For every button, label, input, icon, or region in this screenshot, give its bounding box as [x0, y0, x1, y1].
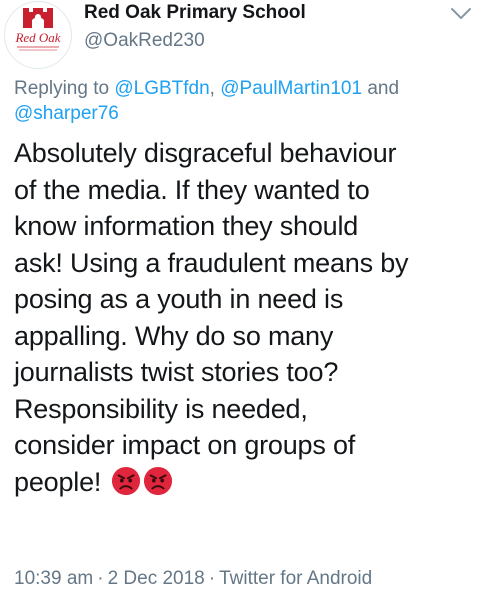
reply-context: Replying to @LGBTfdn, @PaulMartin101 and…	[14, 76, 474, 126]
tweet-line: Responsibility is needed,	[14, 393, 308, 424]
tweet-line: people!	[14, 466, 102, 497]
tweet-time[interactable]: 10:39 am	[14, 568, 93, 589]
tweet-line: consider impact on groups of	[14, 430, 356, 460]
tweet-line: ask! Using a fraudulent means by	[14, 247, 409, 278]
tweet-source[interactable]: Twitter for Android	[219, 568, 372, 589]
mention-link[interactable]: @sharper76	[14, 103, 119, 124]
handle[interactable]: @OakRed230	[84, 30, 205, 52]
tweet-metadata: 10:39 am · 2 Dec 2018 · Twitter for Android	[14, 568, 372, 590]
tweet-line: posing as a youth in need is	[14, 284, 344, 314]
meta-separator: ·	[97, 568, 104, 589]
chevron-down-icon[interactable]	[448, 4, 474, 24]
tweet-date[interactable]: 2 Dec 2018	[108, 568, 205, 589]
pouting-face-icon	[143, 466, 172, 495]
pouting-face-icon	[111, 466, 140, 495]
tweet-line: appalling. Why do so many	[14, 320, 334, 351]
logo-wordmark: Red Oak	[14, 30, 60, 45]
mention-link[interactable]: @LGBTfdn	[114, 78, 209, 99]
display-name[interactable]: Red Oak Primary School	[84, 2, 306, 24]
tweet-line: of the media. If they wanted to	[14, 174, 370, 205]
reply-and: and	[367, 78, 400, 99]
tweet-line: journalists twist stories too?	[14, 357, 339, 387]
tweet-last-line: people!	[14, 464, 482, 501]
tweet: Red Oak Red Oak Primary School @OakRed23…	[0, 0, 487, 600]
mention-link[interactable]: @PaulMartin101	[220, 78, 362, 99]
tweet-line: know information they should	[14, 211, 359, 241]
school-logo: Red Oak	[14, 8, 61, 51]
tweet-line: Absolutely disgraceful behaviour	[14, 138, 397, 168]
avatar[interactable]: Red Oak	[4, 1, 72, 69]
mention-separator: ,	[209, 78, 215, 99]
meta-separator: ·	[208, 568, 216, 589]
reply-prefix: Replying to	[14, 78, 110, 99]
tweet-text: Absolutely disgraceful behaviour of the …	[14, 135, 482, 500]
